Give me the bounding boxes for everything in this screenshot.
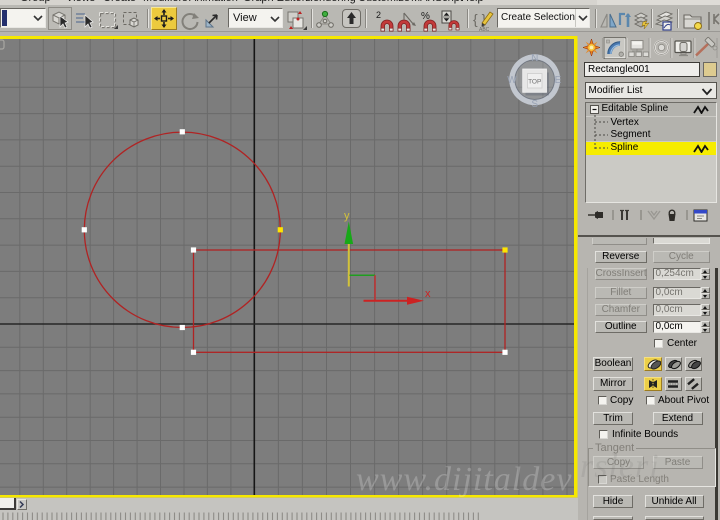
svg-text:N: N — [531, 53, 538, 64]
svg-text:E: E — [555, 75, 562, 86]
svg-text:S: S — [531, 99, 538, 110]
svg-text:TOP: TOP — [528, 79, 541, 86]
svg-text:W: W — [507, 75, 517, 86]
svg-text:www.dijitaldev: www.dijitaldev — [356, 461, 572, 498]
svg-text:2: 2 — [376, 10, 381, 20]
svg-text:x: x — [425, 288, 431, 300]
svg-text:%: % — [421, 11, 430, 22]
svg-text:y: y — [344, 210, 350, 222]
